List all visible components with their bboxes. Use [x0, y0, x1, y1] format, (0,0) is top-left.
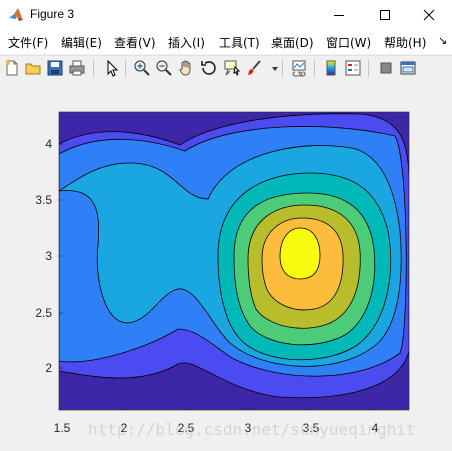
x-tick-label: 1.5 — [54, 421, 71, 435]
legend-icon[interactable] — [344, 59, 362, 77]
matlab-logo-icon — [9, 8, 23, 21]
show-plot-tools-icon[interactable] — [399, 59, 417, 77]
close-button[interactable] — [406, 0, 452, 30]
menu-file[interactable]: 文件(F) — [8, 34, 48, 51]
save-icon[interactable] — [46, 59, 64, 77]
print-icon[interactable] — [68, 59, 86, 77]
select-pointer-icon[interactable] — [103, 59, 121, 77]
minimize-button[interactable] — [316, 0, 362, 30]
contour-level-8 — [279, 227, 321, 280]
link-plot-icon[interactable] — [290, 59, 308, 77]
close-icon — [423, 9, 435, 21]
contour-fill-group — [59, 112, 409, 410]
hide-plot-tools-icon[interactable] — [377, 59, 395, 77]
maximize-icon — [380, 10, 390, 20]
data-cursor-icon[interactable] — [223, 59, 241, 77]
rotate-3d-icon[interactable] — [200, 59, 218, 77]
toolbar-separator — [368, 60, 369, 77]
brush-icon[interactable] — [246, 59, 264, 77]
y-tick-label: 2 — [45, 361, 52, 375]
zoom-out-icon[interactable] — [155, 59, 173, 77]
contour-plot: 1.5 2 2.5 3 3.5 4 2 2.5 3 3.5 4 — [35, 111, 410, 435]
menu-tools[interactable]: 工具(T) — [219, 34, 260, 51]
brush-dropdown-icon[interactable] — [266, 59, 278, 77]
zoom-in-icon[interactable] — [133, 59, 151, 77]
y-tick-label: 3.5 — [35, 193, 52, 207]
menu-view[interactable]: 查看(V) — [114, 34, 156, 51]
menu-overflow-arrow-icon[interactable]: ↘ — [438, 34, 447, 47]
toolbar — [0, 55, 452, 81]
menu-bar: 文件(F) 编辑(E) 查看(V) 插入(I) 工具(T) 桌面(D) 窗口(W… — [0, 30, 452, 54]
y-tick-label: 3 — [45, 249, 52, 263]
toolbar-separator — [125, 60, 126, 77]
menu-insert[interactable]: 插入(I) — [168, 34, 205, 51]
title-bar: Figure 3 — [0, 0, 452, 30]
y-tick-label: 2.5 — [35, 306, 52, 320]
menu-window[interactable]: 窗口(W) — [326, 34, 371, 51]
watermark: http://blog.csdn.net/sunyueqinghit — [88, 420, 416, 439]
open-file-icon[interactable] — [24, 59, 42, 77]
pan-hand-icon[interactable] — [177, 59, 195, 77]
toolbar-separator — [93, 60, 94, 77]
toolbar-separator — [314, 60, 315, 77]
y-tick-label: 4 — [45, 137, 52, 151]
new-figure-icon[interactable] — [3, 59, 21, 77]
toolbar-separator — [282, 60, 283, 77]
menu-desktop[interactable]: 桌面(D) — [271, 34, 314, 51]
menu-help[interactable]: 帮助(H) — [384, 34, 426, 51]
colorbar-icon[interactable] — [322, 59, 340, 77]
maximize-button[interactable] — [362, 0, 408, 30]
menu-edit[interactable]: 编辑(E) — [61, 34, 102, 51]
minimize-icon — [334, 15, 344, 16]
window-title: Figure 3 — [30, 7, 75, 21]
